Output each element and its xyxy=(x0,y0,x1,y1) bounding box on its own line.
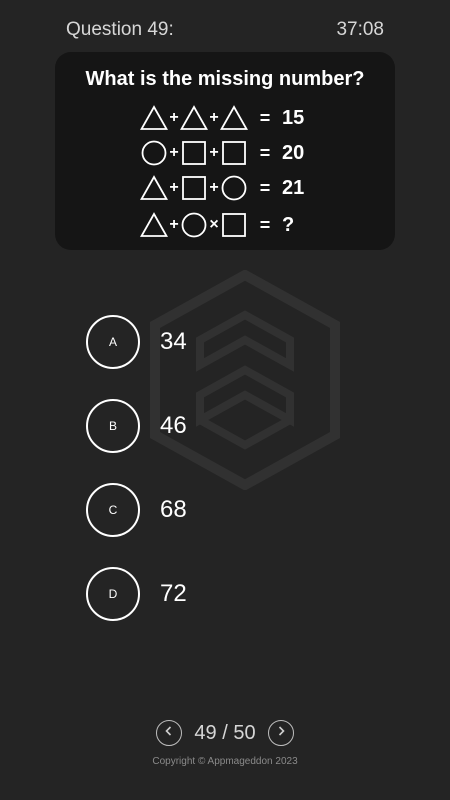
equation-row-1: + + = 15 xyxy=(140,103,304,133)
option-letter-badge[interactable]: B xyxy=(86,399,140,453)
square-icon xyxy=(180,140,208,166)
plus-operator: + xyxy=(169,109,179,126)
equation-result: 15 xyxy=(282,106,305,129)
circle-icon xyxy=(180,212,208,238)
timer-text: 37:08 xyxy=(336,19,384,40)
question-pager: 49 / 50 xyxy=(0,720,450,746)
chevron-left-icon xyxy=(163,724,175,742)
answer-option-c[interactable]: C 68 xyxy=(86,483,187,537)
answer-option-a[interactable]: A 34 xyxy=(86,315,187,369)
answer-option-d[interactable]: D 72 xyxy=(86,567,187,621)
plus-operator: + xyxy=(169,179,179,196)
equation-row-4: + × = ? xyxy=(140,210,294,240)
plus-operator: + xyxy=(169,144,179,161)
equals-sign: = xyxy=(259,214,271,235)
equation-result: 21 xyxy=(282,176,305,199)
page-indicator: 49 / 50 xyxy=(194,721,256,744)
question-card: What is the missing number? + + = 15 + +… xyxy=(55,52,395,250)
next-question-button[interactable] xyxy=(267,720,294,746)
header-bar: Question 49: 37:08 xyxy=(66,16,384,44)
background-logo-watermark xyxy=(145,269,345,491)
equation-row-2: + + = 20 xyxy=(140,138,304,168)
equation-result: ? xyxy=(282,213,295,236)
square-icon xyxy=(180,175,208,201)
option-value[interactable]: 68 xyxy=(160,496,187,524)
circle-icon xyxy=(220,175,248,201)
equals-sign: = xyxy=(259,177,271,198)
copyright-text: Copyright © Appmageddon 2023 xyxy=(152,756,298,767)
question-number-label: Question 49: xyxy=(66,19,174,40)
square-icon xyxy=(220,212,248,238)
equation-row-3: + + = 21 xyxy=(140,173,304,203)
option-value[interactable]: 34 xyxy=(160,328,187,356)
option-letter-badge[interactable]: C xyxy=(86,483,140,537)
chevron-right-icon xyxy=(275,724,287,742)
answer-option-b[interactable]: B 46 xyxy=(86,399,187,453)
square-icon xyxy=(220,140,248,166)
equation-result: 20 xyxy=(282,141,305,164)
triangle-icon xyxy=(140,212,168,238)
option-value[interactable]: 72 xyxy=(160,580,187,608)
option-value[interactable]: 46 xyxy=(160,412,187,440)
option-letter-badge[interactable]: A xyxy=(86,315,140,369)
plus-operator: + xyxy=(209,179,219,196)
plus-operator: + xyxy=(209,109,219,126)
triangle-icon xyxy=(180,105,208,131)
triangle-icon xyxy=(220,105,248,131)
equals-sign: = xyxy=(259,142,271,163)
circle-icon xyxy=(140,140,168,166)
plus-operator: + xyxy=(169,216,179,233)
plus-operator: + xyxy=(209,144,219,161)
triangle-icon xyxy=(140,105,168,131)
multiply-operator: × xyxy=(209,216,219,233)
question-title: What is the missing number? xyxy=(85,68,365,90)
previous-question-button[interactable] xyxy=(156,720,183,746)
equals-sign: = xyxy=(259,107,271,128)
option-letter-badge[interactable]: D xyxy=(86,567,140,621)
triangle-icon xyxy=(140,175,168,201)
